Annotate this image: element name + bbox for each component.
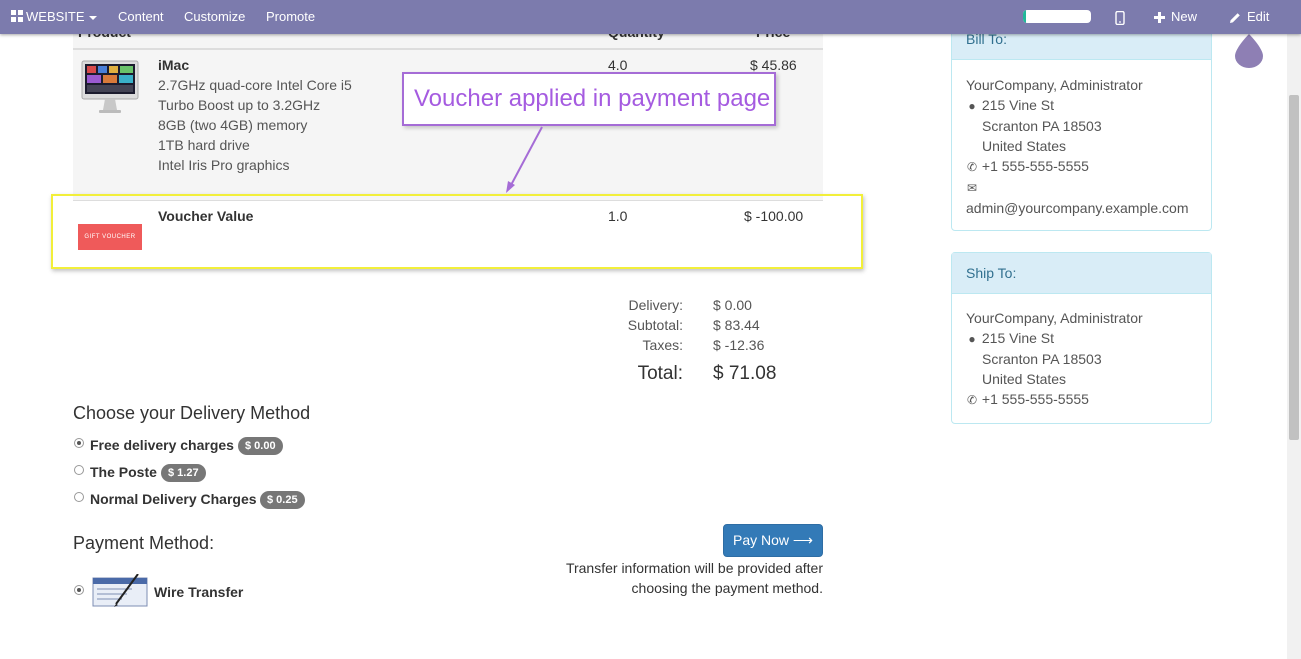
website-label: WEBSITE — [26, 9, 85, 24]
delivery-radio-normal[interactable] — [74, 492, 84, 502]
product-description-imac: 2.7GHz quad-core Intel Core i5 Turbo Boo… — [158, 75, 352, 175]
customize-menu[interactable]: Customize — [184, 0, 245, 34]
mobile-icon — [1115, 10, 1125, 25]
table-header-divider — [73, 48, 823, 50]
caret-down-icon — [88, 15, 97, 20]
highlight-box — [51, 194, 863, 269]
promote-menu[interactable]: Promote — [266, 0, 315, 34]
delivery-method-title: Choose your Delivery Method — [73, 403, 311, 423]
total-label: Total: — [637, 363, 683, 384]
subtotal-label: Subtotal: — [627, 317, 683, 333]
price-imac: $ 45.86 — [750, 57, 797, 73]
pay-now-button[interactable]: Pay Now ⟶ — [723, 524, 823, 557]
delivery-option-label[interactable]: Normal Delivery Charges — [90, 491, 257, 507]
plus-icon — [1154, 12, 1165, 24]
transfer-info-line: choosing the payment method. — [631, 580, 823, 596]
phone-icon: ✆ — [966, 393, 978, 407]
bill-email: admin@yourcompany.example.com — [966, 200, 1189, 216]
product-name-imac[interactable]: iMac — [158, 57, 189, 73]
delivery-total-value: $ 0.00 — [713, 297, 752, 313]
annotation-callout: Voucher applied in payment page — [402, 72, 776, 126]
payment-radio-wire[interactable] — [74, 585, 84, 595]
edit-button[interactable]: Edit — [1229, 0, 1269, 34]
transfer-info-line: Transfer information will be provided af… — [565, 560, 823, 576]
ship-city: Scranton PA 18503 — [982, 351, 1102, 367]
editor-topbar: WEBSITE Content Customize Promote New Ed… — [0, 0, 1301, 34]
ship-country: United States — [982, 371, 1067, 387]
ship-to-title: Ship To: — [952, 253, 1211, 294]
bill-to-address: YourCompany, Administrator ● 215 Vine St… — [966, 75, 1189, 218]
delivery-total-label: Delivery: — [628, 297, 683, 313]
delivery-price-badge: $ 0.00 — [238, 437, 283, 455]
map-marker-icon: ● — [968, 332, 976, 346]
transfer-info: Transfer information will be provided af… — [520, 558, 823, 598]
grid-icon — [11, 1, 23, 35]
progress-fill — [1023, 10, 1027, 23]
website-menu[interactable]: WEBSITE — [11, 0, 97, 34]
envelope-icon: ✉ — [966, 181, 978, 195]
description-line: 2.7GHz quad-core Intel Core i5 — [158, 77, 352, 93]
bill-street: 215 Vine St — [981, 97, 1055, 113]
ship-to-address: YourCompany, Administrator ● 215 Vine St… — [966, 308, 1143, 410]
delivery-option-label[interactable]: The Poste — [90, 464, 157, 480]
delivery-price-badge: $ 1.27 — [161, 464, 206, 482]
annotation-arrow — [506, 126, 543, 193]
new-button[interactable]: New — [1154, 0, 1197, 34]
wire-transfer-icon — [92, 574, 148, 607]
droplet-icon — [1235, 34, 1263, 68]
total-value: $ 71.08 — [713, 363, 777, 384]
ship-phone: +1 555-555-5555 — [981, 391, 1089, 407]
mobile-preview-button[interactable] — [1115, 0, 1125, 34]
description-line: 8GB (two 4GB) memory — [158, 117, 308, 133]
content-menu[interactable]: Content — [118, 0, 164, 34]
payment-method-label[interactable]: Wire Transfer — [154, 584, 243, 600]
pencil-icon — [1230, 12, 1240, 23]
bill-country: United States — [982, 138, 1067, 154]
payment-method-title: Payment Method: — [73, 533, 215, 553]
description-line: 1TB hard drive — [158, 137, 250, 153]
map-marker-icon: ● — [968, 99, 976, 113]
bill-city: Scranton PA 18503 — [982, 118, 1102, 134]
quantity-imac: 4.0 — [608, 57, 628, 73]
taxes-value: $ -12.36 — [713, 337, 765, 353]
bill-phone: +1 555-555-5555 — [981, 158, 1089, 174]
description-line: Intel Iris Pro graphics — [158, 157, 290, 173]
description-line: Turbo Boost up to 3.2GHz — [158, 97, 321, 113]
new-label: New — [1171, 9, 1198, 24]
progress-bar — [1023, 10, 1091, 23]
delivery-price-badge: $ 0.25 — [260, 491, 305, 509]
scrollbar-thumb[interactable] — [1289, 95, 1299, 440]
imac-image[interactable] — [81, 60, 139, 114]
ship-name: YourCompany, Administrator — [966, 310, 1143, 326]
edit-label: Edit — [1247, 9, 1270, 24]
subtotal-value: $ 83.44 — [713, 317, 760, 333]
delivery-option-label[interactable]: Free delivery charges — [90, 437, 234, 453]
ship-street: 215 Vine St — [981, 330, 1055, 346]
bill-name: YourCompany, Administrator — [966, 77, 1143, 93]
phone-icon: ✆ — [966, 160, 978, 174]
taxes-label: Taxes: — [642, 337, 683, 353]
delivery-radio-free[interactable] — [74, 438, 84, 448]
delivery-radio-poste[interactable] — [74, 465, 84, 475]
